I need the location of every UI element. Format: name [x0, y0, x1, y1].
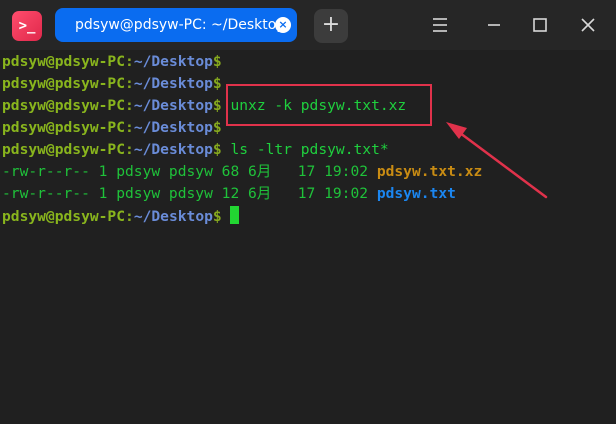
arrow-annotation	[446, 122, 548, 199]
